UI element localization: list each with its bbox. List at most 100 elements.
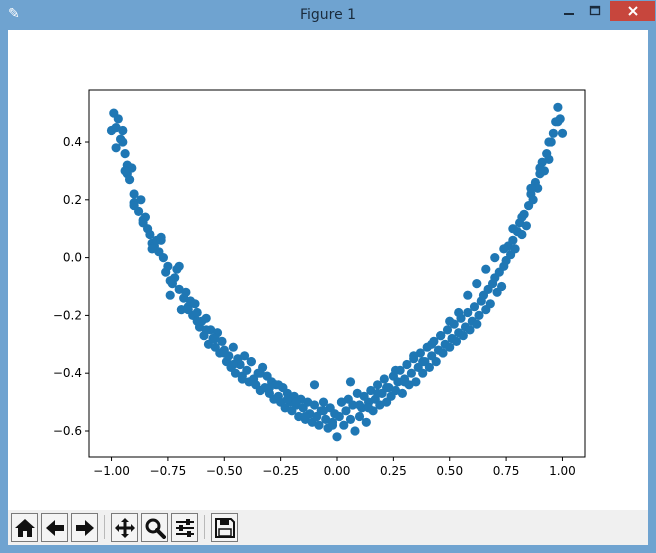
scatter-point bbox=[409, 351, 419, 361]
scatter-point bbox=[219, 348, 229, 358]
scatter-point bbox=[350, 426, 360, 436]
home-icon bbox=[14, 518, 35, 537]
scatter-point bbox=[192, 307, 202, 318]
y-tick-label: 0.2 bbox=[63, 193, 82, 207]
back-button[interactable] bbox=[41, 513, 68, 542]
forward-arrow-icon bbox=[75, 519, 94, 536]
scatter-point bbox=[553, 102, 563, 112]
scatter-point bbox=[156, 235, 166, 245]
scatter-point bbox=[125, 175, 135, 185]
scatter-point bbox=[300, 411, 310, 422]
scatter-point bbox=[361, 417, 371, 427]
scatter-point bbox=[264, 383, 274, 393]
scatter-point bbox=[246, 357, 256, 367]
scatter-point bbox=[517, 229, 527, 240]
toolbar-separator bbox=[204, 515, 205, 539]
scatter-point bbox=[201, 313, 211, 323]
scatter-point bbox=[472, 279, 482, 289]
scatter-point bbox=[192, 316, 202, 326]
save-icon bbox=[214, 517, 235, 538]
x-tick-label: 0.50 bbox=[436, 464, 463, 478]
x-tick-label: −1.00 bbox=[93, 464, 130, 478]
y-axis-ticks: −0.6 −0.4 −0.2 0.0 0.2 0.4 bbox=[53, 135, 89, 438]
home-button[interactable] bbox=[11, 513, 38, 542]
scatter-point bbox=[382, 383, 392, 393]
title-bar[interactable]: ✎ Figure 1 bbox=[0, 0, 656, 30]
scatter-point bbox=[183, 305, 193, 315]
configure-subplots-icon bbox=[175, 518, 194, 537]
scatter-point bbox=[557, 128, 568, 138]
scatter-point bbox=[163, 261, 173, 271]
scatter-point bbox=[544, 137, 554, 147]
scatter-point bbox=[237, 374, 247, 384]
scatter-point bbox=[510, 244, 520, 254]
scatter-point bbox=[309, 380, 320, 390]
x-tick-label: 0.00 bbox=[324, 464, 351, 478]
scatter-point bbox=[379, 374, 389, 384]
forward-button[interactable] bbox=[71, 513, 98, 542]
toolbar-separator bbox=[104, 515, 105, 539]
close-icon bbox=[627, 6, 638, 16]
save-button[interactable] bbox=[211, 513, 238, 542]
maximize-button[interactable] bbox=[582, 1, 608, 21]
navigation-toolbar bbox=[8, 510, 648, 545]
scatter-point bbox=[508, 235, 518, 245]
minimize-button[interactable] bbox=[556, 1, 582, 21]
scatter-point bbox=[553, 117, 563, 127]
scatter-point bbox=[436, 331, 446, 341]
x-tick-label: −0.25 bbox=[262, 464, 299, 478]
pan-button[interactable] bbox=[111, 513, 138, 542]
scatter-point bbox=[327, 420, 338, 430]
y-tick-label: −0.2 bbox=[53, 308, 82, 322]
figure-window: ✎ Figure 1 −1.00 −0.75 −0.50 −0.25 0.00 0.25 0… bbox=[0, 0, 656, 553]
scatter-point bbox=[364, 403, 374, 413]
configure-subplots-button[interactable] bbox=[171, 513, 198, 542]
scatter-point bbox=[517, 212, 527, 222]
scatter-point bbox=[485, 299, 495, 309]
scatter-point bbox=[544, 154, 554, 164]
scatter-point bbox=[158, 253, 168, 263]
scatter-point bbox=[526, 183, 536, 193]
scatter-point bbox=[336, 397, 347, 407]
scatter-point bbox=[282, 394, 292, 404]
scatter-point bbox=[113, 114, 123, 124]
scatter-point bbox=[332, 432, 342, 442]
scatter-point bbox=[291, 397, 301, 407]
scatter-point bbox=[147, 244, 157, 254]
x-tick-label: −0.50 bbox=[206, 464, 243, 478]
scatter-point bbox=[120, 166, 130, 176]
scatter-point bbox=[255, 368, 265, 378]
scatter-point bbox=[228, 359, 238, 370]
y-tick-label: −0.4 bbox=[53, 366, 82, 380]
scatter-point bbox=[228, 342, 238, 352]
scatter-point bbox=[521, 221, 532, 231]
scatter-point bbox=[481, 264, 491, 274]
scatter-point bbox=[463, 290, 473, 300]
zoom-icon bbox=[145, 518, 166, 539]
scatter-point bbox=[535, 163, 545, 173]
scatter-point bbox=[129, 201, 139, 211]
scatter-point bbox=[497, 281, 507, 292]
scatter-point bbox=[273, 380, 283, 390]
scatter-point bbox=[201, 325, 211, 335]
scatter-point bbox=[118, 125, 128, 136]
scatter-point bbox=[165, 276, 175, 286]
scatter-point bbox=[174, 261, 184, 271]
x-tick-label: 1.00 bbox=[549, 464, 576, 478]
scatter-point bbox=[431, 357, 441, 367]
scatter-point bbox=[345, 414, 356, 424]
scatter-point bbox=[400, 377, 410, 387]
y-tick-label: −0.6 bbox=[53, 424, 82, 438]
zoom-button[interactable] bbox=[141, 513, 168, 542]
scatter-point bbox=[411, 377, 421, 387]
close-button[interactable] bbox=[610, 1, 655, 21]
scatter-point bbox=[345, 377, 356, 387]
scatter-point bbox=[490, 253, 500, 263]
scatter-point bbox=[210, 333, 220, 344]
scatter-point bbox=[120, 149, 130, 159]
x-axis-ticks: −1.00 −0.75 −0.50 −0.25 0.00 0.25 0.50 0.75 1.00 bbox=[93, 457, 576, 478]
scatter-plot[interactable]: −1.00 −0.75 −0.50 −0.25 0.00 0.25 0.50 0.75 1.00… bbox=[8, 30, 648, 510]
scatter-point bbox=[354, 400, 365, 410]
scatter-point bbox=[391, 365, 401, 375]
back-arrow-icon bbox=[45, 519, 64, 536]
